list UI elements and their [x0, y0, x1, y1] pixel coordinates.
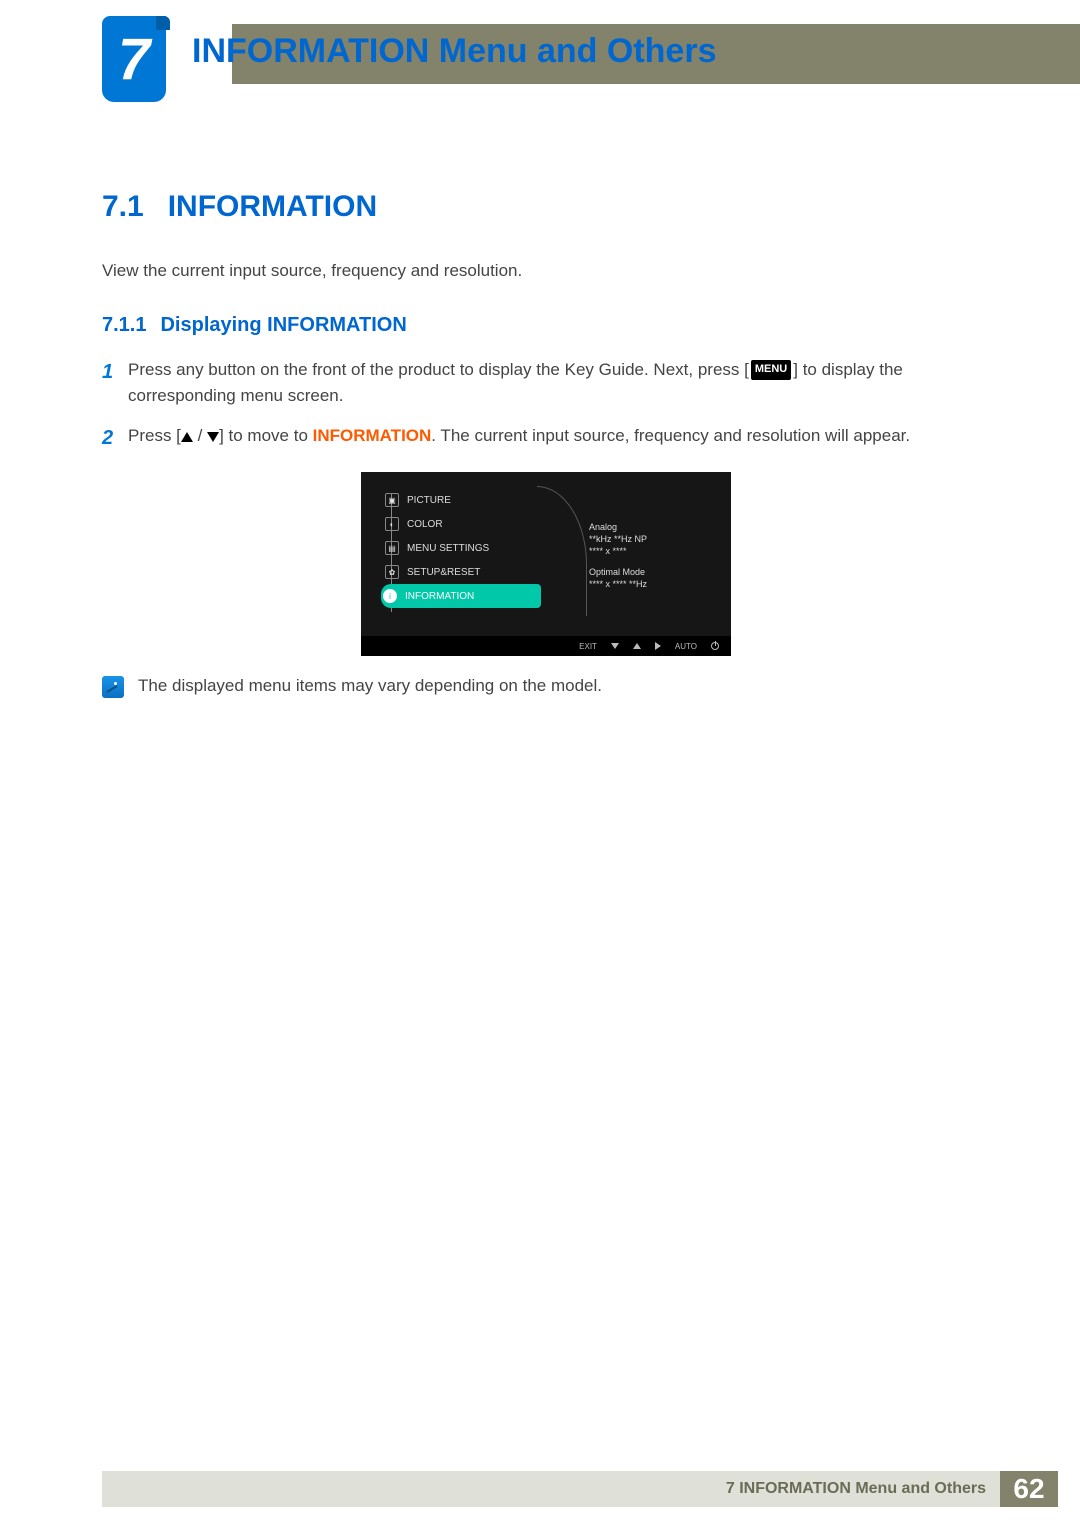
step-text: Press any button on the front of the pro… [128, 357, 990, 410]
osd-up-icon [633, 643, 641, 649]
osd-info-block1: Analog **kHz **Hz NP **** x **** [589, 522, 647, 557]
osd-enter-icon [655, 642, 661, 650]
section-number: 7.1 [102, 190, 144, 223]
note-row: The displayed menu items may vary depend… [102, 676, 990, 698]
osd-screenshot: ▣PICTURE ◐COLOR ▤MENU SETTINGS ✿SETUP&RE… [361, 472, 731, 656]
osd-item-information: iINFORMATION [381, 584, 541, 608]
triangle-down-icon [207, 432, 219, 442]
chapter-title: INFORMATION Menu and Others [192, 32, 716, 71]
osd-down-icon [611, 643, 619, 649]
osd-info-panel: Analog **kHz **Hz NP **** x **** Optimal… [589, 522, 647, 600]
info-icon: i [383, 589, 397, 603]
step-text: Press [ / ] to move to INFORMATION. The … [128, 423, 910, 454]
chapter-number: 7 [118, 26, 150, 93]
chapter-tab: 7 [102, 16, 166, 102]
subsection-heading: 7.1.1 Displaying INFORMATION [102, 314, 990, 337]
osd-info-block2: Optimal Mode **** x **** **Hz [589, 567, 647, 590]
steps-list: 1 Press any button on the front of the p… [102, 357, 990, 455]
subsection-title: Displaying INFORMATION [160, 314, 406, 336]
osd-item-setup-reset: ✿SETUP&RESET [381, 560, 541, 584]
menu-settings-icon: ▤ [385, 541, 399, 555]
osd-power-icon [711, 642, 719, 650]
footer-page-number: 62 [1000, 1471, 1058, 1507]
osd-item-picture: ▣PICTURE [381, 488, 541, 512]
osd-item-menu-settings: ▤MENU SETTINGS [381, 536, 541, 560]
step-number: 2 [102, 423, 128, 454]
osd-exit-label: EXIT [579, 642, 597, 651]
step-1: 1 Press any button on the front of the p… [102, 357, 990, 410]
keyword-information: INFORMATION [313, 426, 432, 445]
picture-icon: ▣ [385, 493, 399, 507]
triangle-up-icon [181, 432, 193, 442]
page-footer: 7 INFORMATION Menu and Others 62 [102, 1471, 1058, 1507]
section-7-1: 7.1 INFORMATION View the current input so… [102, 190, 990, 698]
note-text: The displayed menu items may vary depend… [138, 676, 602, 696]
footer-bar: 7 INFORMATION Menu and Others [102, 1471, 1000, 1507]
step-number: 1 [102, 357, 128, 410]
subsection-number: 7.1.1 [102, 314, 146, 336]
footer-text: 7 INFORMATION Menu and Others [726, 1480, 986, 1498]
osd-item-color: ◐COLOR [381, 512, 541, 536]
osd-curve-line [537, 486, 587, 616]
osd-auto-label: AUTO [675, 642, 697, 651]
section-title: INFORMATION [168, 190, 377, 223]
note-icon [102, 676, 124, 698]
gear-icon: ✿ [385, 565, 399, 579]
section-heading: 7.1 INFORMATION [102, 190, 990, 224]
section-intro: View the current input source, frequency… [102, 258, 990, 284]
menu-key-icon: MENU [751, 360, 791, 379]
osd-bottom-bar: EXIT AUTO [361, 636, 731, 656]
step-2: 2 Press [ / ] to move to INFORMATION. Th… [102, 423, 990, 454]
osd-menu-list: ▣PICTURE ◐COLOR ▤MENU SETTINGS ✿SETUP&RE… [381, 488, 541, 608]
color-icon: ◐ [385, 517, 399, 531]
